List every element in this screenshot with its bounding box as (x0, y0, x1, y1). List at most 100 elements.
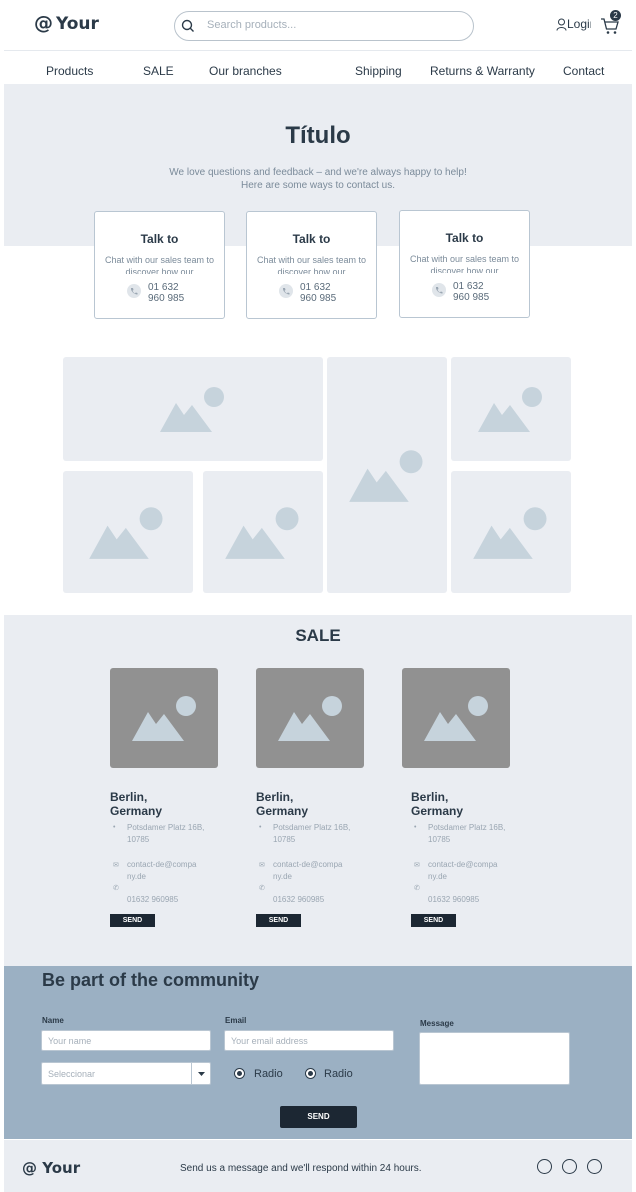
user-icon (556, 18, 567, 31)
page-title: Título (285, 122, 351, 149)
social-icon[interactable] (537, 1159, 552, 1174)
image-placeholder-icon (424, 696, 488, 741)
image-placeholder-icon (349, 450, 423, 502)
phone-icon: ✆ (414, 885, 420, 892)
message-textarea[interactable] (419, 1032, 570, 1085)
footer-text: Send us a message and we'll respond with… (180, 1163, 422, 1174)
email-field[interactable]: Your email address (224, 1030, 394, 1051)
select-dropdown[interactable]: Seleccionar (41, 1062, 211, 1085)
image-placeholder-icon (160, 387, 224, 432)
product-email[interactable]: contact-de@company.de (127, 859, 199, 883)
nav-products[interactable]: Products (46, 64, 93, 78)
logo-text: Your (42, 1159, 81, 1177)
name-label: Name (42, 1016, 64, 1025)
nav-our-branches[interactable]: Our branches (209, 64, 282, 78)
phone-icon: ✆ (259, 885, 265, 892)
chevron-down-icon[interactable] (191, 1063, 210, 1084)
gallery-image[interactable] (63, 471, 193, 593)
product-address: Potsdamer Platz 16B, 10785 (428, 823, 506, 844)
phone-icon: ✆ (113, 885, 119, 892)
location-icon: • (113, 824, 116, 831)
product-city: Berlin, Germany (110, 790, 163, 818)
community-title: Be part of the community (42, 970, 260, 990)
image-placeholder-icon (473, 507, 547, 559)
cart-count-badge: 2 (610, 10, 621, 21)
product-city: Berlin, Germany (256, 790, 309, 818)
phone-icon (432, 283, 446, 297)
send-button[interactable]: SEND (110, 914, 155, 927)
send-button[interactable]: SEND (411, 914, 456, 927)
nav-sale[interactable]: SALE (143, 64, 174, 78)
mail-icon: ✉ (414, 862, 420, 869)
product-phone[interactable]: 01632 960985 (273, 894, 324, 903)
main-nav: Products SALE Our branches Shipping Retu… (4, 50, 632, 84)
gallery-image[interactable] (63, 357, 323, 461)
mail-icon: ✉ (259, 862, 265, 869)
contact-card: Talk to Chat with our sales team to disc… (94, 211, 225, 319)
product-address: Potsdamer Platz 16B, 10785 (273, 823, 351, 844)
product-image[interactable] (110, 668, 218, 768)
card-text: Chat with our sales team to discover how… (409, 254, 520, 273)
card-title: Talk to (140, 232, 179, 246)
login-link[interactable]: Login (556, 17, 591, 31)
product-phone[interactable]: 01632 960985 (127, 894, 178, 903)
contact-card: Talk to Chat with our sales team to disc… (246, 211, 377, 319)
product-email[interactable]: contact-de@company.de (273, 859, 345, 883)
site-header: @Your Search products... Login 2 (0, 0, 636, 50)
product-address: Potsdamer Platz 16B, 10785 (127, 823, 205, 844)
phone-icon (279, 284, 293, 298)
mail-icon: ✉ (113, 862, 119, 869)
card-text: Chat with our sales team to discover how… (104, 255, 215, 274)
location-icon: • (414, 824, 417, 831)
card-title: Talk to (292, 232, 331, 246)
image-placeholder-icon (278, 696, 342, 741)
select-value: Seleccionar (48, 1069, 96, 1079)
contact-card: Talk to Chat with our sales team to disc… (399, 210, 530, 318)
radio-button-1[interactable] (234, 1068, 245, 1079)
logo-text: Your (56, 14, 99, 34)
product-phone[interactable]: 01632 960985 (428, 894, 479, 903)
image-placeholder-icon (132, 696, 196, 741)
radio-button-2[interactable] (305, 1068, 316, 1079)
image-placeholder-icon (225, 507, 299, 559)
card-phone[interactable]: 01 632 960 985 (148, 282, 198, 302)
card-text: Chat with our sales team to discover how… (256, 255, 367, 274)
gallery-image[interactable] (451, 471, 571, 593)
location-icon: • (259, 824, 262, 831)
card-phone[interactable]: 01 632 960 985 (453, 281, 503, 301)
login-label: Login (567, 17, 591, 31)
product-email[interactable]: contact-de@company.de (428, 859, 500, 883)
card-title: Talk to (445, 231, 484, 245)
social-icon[interactable] (587, 1159, 602, 1174)
card-phone[interactable]: 01 632 960 985 (300, 282, 350, 302)
logo-at-symbol: @ (34, 12, 53, 34)
radio-label-2: Radio (324, 1068, 353, 1080)
gallery-image[interactable] (203, 471, 323, 593)
gallery-image[interactable] (451, 357, 571, 461)
send-button[interactable]: SEND (256, 914, 301, 927)
nav-returns-warranty[interactable]: Returns & Warranty (430, 64, 535, 78)
gallery-image[interactable] (327, 357, 447, 593)
social-icon[interactable] (562, 1159, 577, 1174)
search-input[interactable]: Search products... (207, 19, 296, 31)
search-icon (181, 19, 194, 32)
radio-label-1: Radio (254, 1068, 283, 1080)
logo-at-symbol: @ (22, 1159, 37, 1177)
phone-icon (127, 284, 141, 298)
nav-shipping[interactable]: Shipping (355, 64, 402, 78)
search-bar[interactable]: Search products... (174, 11, 474, 41)
hero-subtitle: We love questions and feedback – and we'… (169, 167, 467, 178)
email-label: Email (225, 1016, 247, 1025)
community-send-button[interactable]: SEND (280, 1106, 357, 1128)
message-label: Message (420, 1019, 454, 1028)
image-placeholder-icon (478, 387, 542, 432)
nav-contact[interactable]: Contact (563, 64, 604, 78)
footer-logo[interactable]: @ Your (22, 1159, 80, 1177)
logo[interactable]: @ Your (34, 12, 99, 34)
product-image[interactable] (402, 668, 510, 768)
hero-subtitle-2: Here are some ways to contact us. (241, 180, 395, 191)
product-city: Berlin, Germany (411, 790, 464, 818)
sale-title: SALE (295, 626, 341, 645)
product-image[interactable] (256, 668, 364, 768)
name-field[interactable]: Your name (41, 1030, 211, 1051)
